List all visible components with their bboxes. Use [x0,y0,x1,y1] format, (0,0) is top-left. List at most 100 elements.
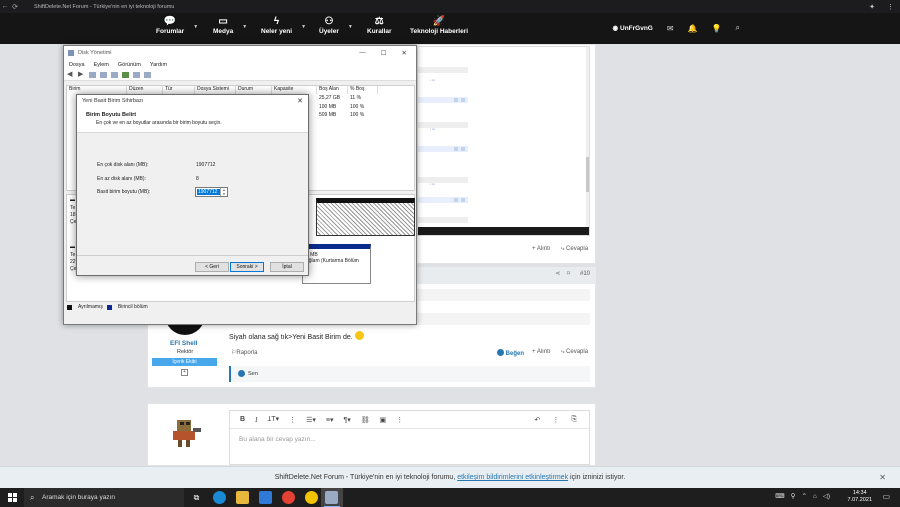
percent-free-cell[interactable]: 100 % [350,112,364,118]
nav-forumlar[interactable]: 💬 Forumlar ▼ [156,16,198,35]
column-header[interactable]: Tür [163,86,195,94]
enable-notifications-link[interactable]: etkileşim bildirimlerini etkinleştirmek [457,474,568,481]
expand-icon[interactable]: + [181,369,188,376]
chevron-up-icon[interactable]: ⌃ [801,492,806,500]
reply-input[interactable]: Bu alana bir cevap yazın... [230,429,589,450]
chevron-down-icon[interactable]: ▼ [242,24,247,30]
column-header[interactable]: Birim [67,86,127,94]
chevron-down-icon[interactable]: ▼ [301,24,306,30]
maximize-button[interactable]: ☐ [381,49,387,57]
quote-button[interactable]: + Alıntı [532,246,551,252]
chevron-down-icon[interactable]: ▼ [193,24,198,30]
forward-icon[interactable]: ▶ [78,71,85,78]
chrome-icon[interactable] [282,491,295,504]
chevron-down-icon[interactable]: ▼ [348,24,353,30]
like-button[interactable]: Beğen [497,349,524,357]
close-icon[interactable]: ✕ [879,467,886,489]
menu-dosya[interactable]: Dosya [69,62,85,68]
share-icon[interactable]: ⋖ [555,271,560,277]
window-title-bar[interactable]: Disk Yönetimi — ☐ ✕ [64,46,416,60]
quote-button[interactable]: + Alıntı [532,349,551,355]
minimize-button[interactable]: — [359,49,366,57]
post-number[interactable]: #10 [580,271,590,277]
start-button[interactable] [8,493,17,502]
close-button[interactable]: ✕ [297,97,303,105]
nav-kurallar[interactable]: ⚖ Kurallar [367,16,392,35]
wizard-title-bar[interactable]: Yeni Basit Birim Sihirbazı ✕ [77,95,308,107]
volume-size-input[interactable] [197,189,220,195]
taskbar-search[interactable]: ⌕ Aramak için buraya yazın [24,488,184,507]
text-size-button[interactable]: ꞱT▾ [267,415,279,424]
file-explorer-icon[interactable] [236,491,249,504]
settings-view-icon[interactable] [144,72,151,78]
column-header[interactable]: Boş Alan [317,86,348,94]
close-button[interactable]: ✕ [402,49,407,57]
back-icon[interactable]: ← [0,3,10,10]
reactions-bar[interactable]: Sen [229,366,590,382]
disk-label[interactable]: ▬ [70,244,75,250]
report-button[interactable]: ⚐Raporla [231,349,257,356]
percent-free-cell[interactable]: 100 % [350,104,364,110]
next-button[interactable]: Sonraki > [230,262,264,272]
post-username[interactable]: EFI Shell [170,340,197,347]
column-header[interactable]: Durum [236,86,272,94]
reply-button[interactable]: ⤷ Cevapla [561,349,588,356]
link-icon[interactable]: ⛓ [361,416,370,424]
person-icon[interactable]: ⚲ [791,492,796,500]
paragraph-button[interactable]: ¶▾ [344,416,351,424]
mail-app-icon[interactable] [259,491,272,504]
volume-size-stepper[interactable]: ▲▼ [195,187,228,197]
user-menu[interactable]: ◉ UnFrGvnG [613,24,653,32]
menu-eylem[interactable]: Eylem [94,62,109,68]
keyboard-icon[interactable]: ⌨ [775,492,784,500]
undo-icon[interactable]: ↶ [535,416,541,424]
reply-button[interactable]: ⤷ Cevapla [561,246,588,253]
recovery-partition[interactable]: 9 MB ağlam (Kurtarma Bölüm [302,244,371,284]
clock[interactable]: 14:34 7.07.2021 [848,490,872,504]
task-view-icon[interactable]: ⧉ [190,491,203,504]
column-header[interactable]: Dosya Sistemi [195,86,236,94]
bold-button[interactable]: B [240,416,245,423]
more-options-icon[interactable]: ⋮ [289,416,296,424]
free-space-cell[interactable]: 100 MB [319,104,336,110]
post-attachment-image[interactable]: ▪ ▪▪▪ ▪ ▪▪▪ ▪ ▪▪▪ [417,46,590,236]
percent-free-cell[interactable]: 11 % [350,95,361,101]
bulb-icon[interactable]: 💡 [712,24,722,33]
checklist-icon[interactable] [133,72,140,78]
italic-button[interactable]: I [255,416,257,424]
list-button[interactable]: ☰▾ [306,416,316,424]
properties-icon[interactable] [111,72,118,78]
notification-icon[interactable]: ▭ [882,492,890,501]
reply-avatar[interactable] [165,410,205,450]
edge-icon[interactable] [213,491,226,504]
bell-icon[interactable]: 🔔 [688,24,698,33]
network-icon[interactable]: ⌂ [813,493,817,500]
extension-icon[interactable]: ✦ [869,3,875,11]
free-space-cell[interactable]: 25,27 GB [319,95,340,101]
back-icon[interactable]: ◀ [67,71,74,78]
bookmark-icon[interactable]: ⌑ [567,271,570,277]
rescan-icon[interactable] [122,72,129,78]
scrollbar[interactable] [586,47,589,227]
nav-teknoloji-haberleri[interactable]: 🚀 Teknoloji Haberleri [410,16,468,35]
app-icon[interactable] [305,491,318,504]
menu-yardim[interactable]: Yardım [150,62,167,68]
align-button[interactable]: ≡▾ [326,416,334,424]
more-options-icon[interactable]: ⋮ [552,416,559,424]
active-disk-management-task[interactable] [321,488,343,507]
search-icon[interactable]: ⌕ [736,23,740,33]
image-icon[interactable]: ▣ [380,416,387,424]
disk-label[interactable]: ▬ [70,197,75,203]
unallocated-partition[interactable] [316,198,415,236]
column-header[interactable]: % Boş [348,86,378,94]
mail-icon[interactable]: ✉ [667,24,674,33]
spin-down-icon[interactable]: ▼ [221,192,227,196]
volume-icon[interactable]: ◁) [823,492,830,500]
back-button[interactable]: < Geri [195,262,229,272]
nav-uyeler[interactable]: ⚇ Üyeler ▼ [319,16,353,35]
nav-medya[interactable]: ▭ Medya ▼ [213,16,247,35]
browser-menu-icon[interactable]: ⋮ [887,3,894,11]
cancel-button[interactable]: İptal [270,262,304,272]
reply-editor[interactable]: B I ꞱT▾ ⋮ ☰▾ ≡▾ ¶▾ ⛓ ▣ ⋮ ↶ ⋮ ⎘ Bu alana … [229,410,590,465]
more-options-icon[interactable]: ⋮ [396,416,403,424]
